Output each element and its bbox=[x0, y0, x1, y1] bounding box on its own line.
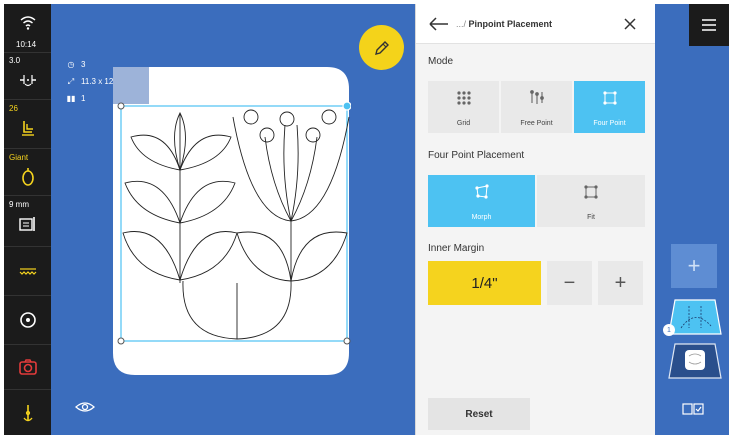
reset-button[interactable]: Reset bbox=[428, 398, 530, 430]
margin-increase-button[interactable]: + bbox=[598, 261, 643, 305]
design-count-info: ◷ 3 bbox=[65, 60, 86, 69]
needle-icon bbox=[23, 405, 33, 422]
left-sidebar: 10:14 3.0 26 Giant 9 mm bbox=[4, 4, 51, 435]
pinpoint-placement-panel: .../ Pinpoint Placement Mode Grid Free P… bbox=[415, 4, 656, 435]
breadcrumb: .../ Pinpoint Placement bbox=[456, 19, 553, 29]
presser-foot-control[interactable]: Giant bbox=[4, 149, 51, 195]
camera-control[interactable] bbox=[4, 345, 51, 389]
needle-control[interactable] bbox=[4, 390, 51, 435]
stitch-length-icon bbox=[20, 75, 36, 87]
margin-section-title: Inner Margin bbox=[428, 243, 485, 254]
resize-arrows-icon: ⤢ bbox=[67, 77, 75, 86]
hoop-area[interactable] bbox=[111, 65, 351, 377]
embroidery-canvas[interactable]: ◷ 3 ⤢ 11.3 x 12.0 in ▮▮ 1 bbox=[51, 4, 415, 435]
edit-button[interactable] bbox=[359, 25, 404, 70]
corner-handle-bottom-right[interactable] bbox=[343, 337, 351, 345]
four-point-icon bbox=[602, 91, 617, 105]
mode-section-title: Mode bbox=[428, 56, 454, 67]
presser-foot-value: Giant bbox=[9, 153, 29, 162]
zigzag-icon bbox=[19, 268, 37, 275]
placement-section-title: Four Point Placement bbox=[428, 150, 525, 161]
panel-header: .../ Pinpoint Placement bbox=[416, 4, 656, 44]
time-display: 10:14 bbox=[16, 40, 37, 49]
compare-view-icon[interactable] bbox=[682, 402, 704, 416]
corner-handle-top-right[interactable] bbox=[342, 101, 351, 111]
corner-handle-bottom-left[interactable] bbox=[117, 337, 125, 345]
target-icon bbox=[20, 312, 36, 328]
hamburger-menu-icon bbox=[702, 19, 716, 31]
back-arrow-icon[interactable] bbox=[428, 16, 450, 32]
tension-value: 26 bbox=[9, 104, 18, 113]
tension-control[interactable]: 26 bbox=[4, 100, 51, 148]
design-thumbnail[interactable] bbox=[667, 342, 723, 380]
eye-icon[interactable] bbox=[75, 400, 95, 414]
margin-decrease-button[interactable]: − bbox=[547, 261, 592, 305]
presser-foot-icon bbox=[22, 168, 34, 186]
design-thumbnail-active[interactable] bbox=[667, 298, 723, 336]
fit-icon bbox=[584, 185, 598, 199]
free-point-icon bbox=[529, 90, 544, 104]
panel-title: Pinpoint Placement bbox=[468, 19, 553, 29]
needle-position-control[interactable] bbox=[4, 296, 51, 344]
placement-fit-button[interactable]: Fit bbox=[537, 175, 645, 227]
wifi-icon bbox=[20, 16, 36, 30]
clock-icon: ◷ bbox=[67, 60, 75, 69]
mode-free-point-button[interactable]: Free Point bbox=[501, 81, 572, 133]
pencil-icon bbox=[374, 40, 389, 55]
tension-icon bbox=[22, 121, 34, 136]
stitch-plate-icon bbox=[19, 217, 35, 231]
camera-icon bbox=[19, 359, 37, 375]
color-blocks-info: ▮▮ 1 bbox=[66, 94, 86, 103]
grid-icon bbox=[456, 91, 471, 105]
add-design-button[interactable]: + bbox=[671, 244, 717, 288]
stitch-length-control[interactable]: 3.0 bbox=[4, 53, 51, 99]
inner-margin-value[interactable]: 1/4" bbox=[428, 261, 541, 305]
close-icon[interactable] bbox=[622, 16, 638, 32]
hoop-corner-marker bbox=[113, 67, 149, 104]
status-block: 10:14 bbox=[4, 8, 51, 52]
mode-grid-button[interactable]: Grid bbox=[428, 81, 499, 133]
right-strip: + 1 bbox=[655, 4, 729, 435]
corner-handle-top-left[interactable] bbox=[117, 102, 125, 110]
layer-badge: 1 bbox=[663, 324, 675, 336]
stitch-width-control[interactable]: 9 mm bbox=[4, 196, 51, 246]
mode-four-point-button[interactable]: Four Point bbox=[574, 81, 645, 133]
stitch-width-value: 9 mm bbox=[9, 200, 29, 209]
stitch-pattern-control[interactable] bbox=[4, 247, 51, 295]
placement-morph-button[interactable]: Morph bbox=[428, 175, 535, 227]
color-blocks-icon: ▮▮ bbox=[66, 94, 76, 103]
menu-button[interactable] bbox=[689, 4, 729, 46]
stitch-length-value: 3.0 bbox=[9, 56, 21, 65]
morph-icon bbox=[474, 184, 489, 199]
